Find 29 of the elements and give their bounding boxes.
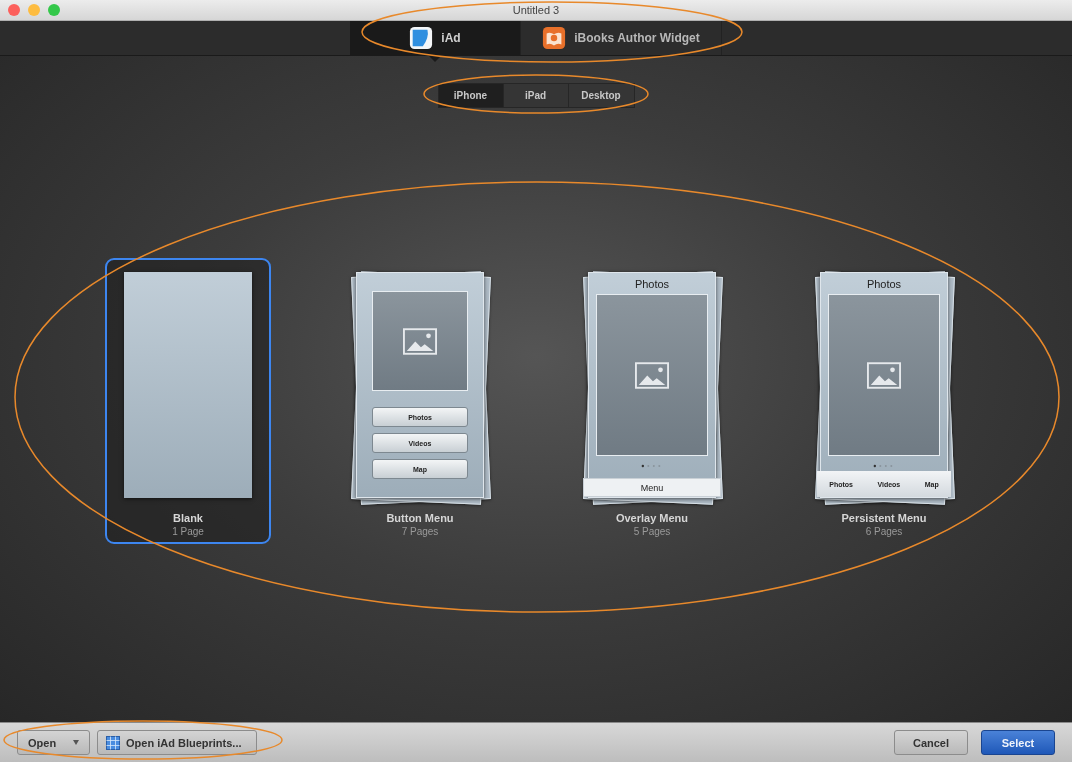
open-button[interactable]: Open xyxy=(17,730,90,755)
window-title: Untitled 3 xyxy=(512,4,560,16)
blueprints-button[interactable]: Open iAd Blueprints... xyxy=(97,730,257,755)
page-title: Photos xyxy=(866,278,902,290)
page-count: 7 Pages xyxy=(401,526,439,537)
template-name: Button Menu xyxy=(386,512,454,524)
book-gear-icon xyxy=(542,26,567,50)
select-button[interactable]: Select xyxy=(981,730,1055,755)
minimize-button[interactable] xyxy=(28,4,40,16)
page-title: Photos xyxy=(634,278,670,290)
template-name: Persistent Menu xyxy=(841,512,927,524)
page-count: 5 Pages xyxy=(633,526,671,537)
image-icon xyxy=(403,327,437,355)
close-button[interactable] xyxy=(8,4,20,16)
caret-icon xyxy=(73,740,79,745)
template-name: Overlay Menu xyxy=(615,512,689,524)
image-icon xyxy=(867,361,901,389)
cancel-button[interactable]: Cancel xyxy=(894,730,968,755)
menu-bar: Menu xyxy=(583,478,721,497)
device-tab[interactable]: iPhone xyxy=(438,84,504,107)
template-tab[interactable]: iBooks Author Widget xyxy=(521,21,722,55)
image-icon xyxy=(635,361,669,389)
template-name: Blank xyxy=(173,512,203,524)
page-count: 6 Pages xyxy=(865,526,903,537)
template-card[interactable]: Blank 1 Page xyxy=(105,258,271,544)
grid-icon xyxy=(106,735,120,750)
zoom-button[interactable] xyxy=(48,4,60,16)
page-count: 1 Page xyxy=(172,526,204,537)
iad-app-icon xyxy=(409,26,434,50)
